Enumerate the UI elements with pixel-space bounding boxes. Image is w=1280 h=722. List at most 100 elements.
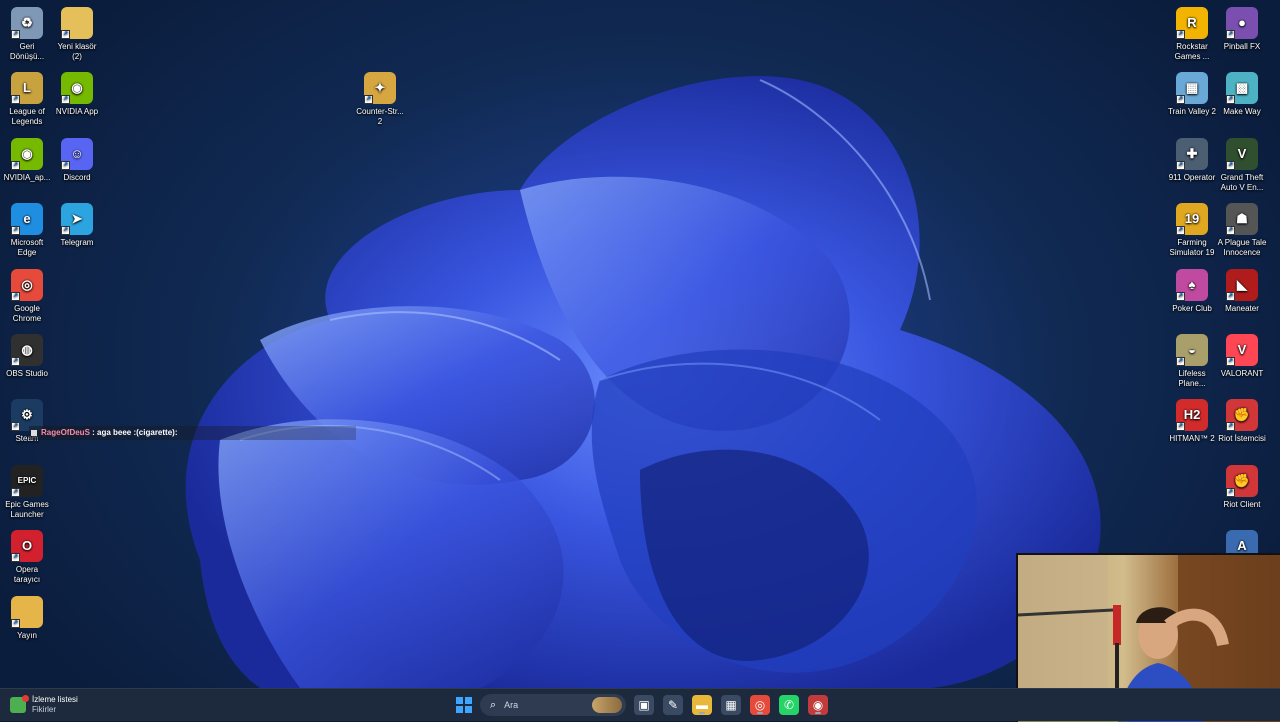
- valorant-icon: V ↗: [1226, 334, 1258, 366]
- shortcut-arrow-icon: ↗: [1226, 95, 1235, 105]
- plague-tale-shortcut[interactable]: ☗ ↗ A Plague Tale Innocence: [1215, 203, 1269, 258]
- file-explorer-icon[interactable]: ▬: [692, 695, 712, 715]
- opera-shortcut[interactable]: O ↗ Opera tarayıcı: [0, 530, 54, 585]
- edge-icon: e ↗: [11, 203, 43, 236]
- shortcut-arrow-icon: ↗: [11, 553, 20, 563]
- new-folder-icon: ↗: [61, 7, 93, 39]
- running-indicator: [757, 712, 763, 714]
- poker-club-icon: ♠ ↗: [1176, 268, 1208, 301]
- nvidia-app-shortcut[interactable]: ◉ ↗ NVIDIA App: [50, 72, 104, 117]
- icon-label: Google Chrome: [12, 303, 42, 323]
- recycle-bin-shortcut[interactable]: ♻ ↗ Geri Dönüşü...: [0, 7, 54, 62]
- icon-label: Discord: [63, 172, 91, 182]
- chrome-taskbar-icon[interactable]: ◎: [750, 695, 770, 715]
- gta-v-shortcut[interactable]: V ↗ Grand Theft Auto V En...: [1215, 137, 1269, 193]
- new-folder-shortcut[interactable]: ↗ Yeni klasör (2): [50, 7, 104, 62]
- running-indicator: [699, 712, 705, 714]
- shortcut-arrow-icon: ↗: [364, 95, 373, 104]
- shortcut-arrow-icon: ↗: [11, 95, 20, 105]
- icon-label: Grand Theft Auto V En...: [1220, 172, 1264, 192]
- icon-label: Telegram: [60, 238, 94, 248]
- counter-strike-icon: ✦ ↗: [364, 72, 396, 104]
- icon-label: Riot Client: [1223, 499, 1261, 509]
- shortcut-arrow-icon: ↗: [1226, 160, 1235, 170]
- whatsapp-taskbar-icon[interactable]: ✆: [779, 695, 799, 715]
- rockstar-games-shortcut[interactable]: R ↗ Rockstar Games ...: [1165, 7, 1219, 62]
- widget-title: İzleme listesi: [32, 695, 78, 704]
- 911-operator-shortcut[interactable]: ✚ ↗ 911 Operator: [1165, 137, 1219, 183]
- icon-label: Riot İstemcisi: [1218, 434, 1266, 444]
- icon-label: Lifeless Plane...: [1178, 369, 1206, 388]
- search-placeholder: Ara: [504, 700, 519, 710]
- lifeless-planet-shortcut[interactable]: ◒ ↗ Lifeless Plane...: [1165, 334, 1219, 389]
- icon-label: VALORANT: [1220, 369, 1264, 378]
- streaming-app-taskbar-icon[interactable]: ◉: [808, 695, 828, 715]
- icon-label: Opera tarayıcı: [13, 565, 41, 585]
- task-view-icon[interactable]: ▣: [634, 695, 654, 715]
- valorant-shortcut[interactable]: V ↗ VALORANT: [1215, 334, 1269, 379]
- icon-label: Geri Dönüşü...: [9, 42, 45, 61]
- icon-label: NVIDIA_ap...: [3, 172, 51, 182]
- widgets-button[interactable]: İzleme listesi Fikirler: [10, 693, 78, 717]
- icon-label: Microsoft Edge: [10, 238, 44, 258]
- shortcut-arrow-icon: ↗: [61, 226, 70, 236]
- shortcut-arrow-icon: ↗: [1176, 422, 1185, 432]
- shortcut-arrow-icon: ↗: [1226, 487, 1235, 497]
- copilot-icon[interactable]: ✎: [663, 695, 683, 715]
- maneater-icon: ◣ ↗: [1226, 268, 1258, 301]
- obs-shortcut[interactable]: ◍ ↗ OBS Studio: [0, 334, 54, 379]
- windows-start-icon[interactable]: [454, 695, 474, 715]
- shortcut-arrow-icon: ↗: [11, 226, 20, 236]
- riot-client-2-shortcut[interactable]: ✊ ↗ Riot Client: [1215, 464, 1269, 510]
- shortcut-arrow-icon: ↗: [1226, 422, 1235, 432]
- telegram-shortcut[interactable]: ➤ ↗ Telegram: [50, 203, 104, 248]
- folder-yayin-shortcut[interactable]: ↗ Yayın: [0, 595, 54, 641]
- league-of-legends-icon: L ↗: [11, 72, 43, 105]
- hitman-2-shortcut[interactable]: H2 ↗ HITMAN™ 2: [1165, 399, 1219, 444]
- obs-icon: ◍ ↗: [11, 334, 43, 366]
- counter-strike-shortcut[interactable]: ✦ ↗ Counter-Str... 2: [353, 72, 407, 127]
- epic-games-shortcut[interactable]: EPIC ↗ Epic Games Launcher: [0, 464, 54, 520]
- icon-label: Poker Club: [1172, 303, 1212, 313]
- train-valley-shortcut[interactable]: ▦ ↗ Train Valley 2: [1165, 72, 1219, 117]
- taskbar-search[interactable]: ⌕ Ara: [480, 694, 626, 716]
- shortcut-arrow-icon: ↗: [11, 30, 20, 39]
- chrome-shortcut[interactable]: ◎ ↗ Google Chrome: [0, 268, 54, 324]
- icon-label: Pinball FX: [1223, 42, 1261, 51]
- shortcut-arrow-icon: ↗: [11, 160, 20, 170]
- league-of-legends-shortcut[interactable]: L ↗ League of Legends: [0, 72, 54, 127]
- maneater-shortcut[interactable]: ◣ ↗ Maneater: [1215, 268, 1269, 314]
- shortcut-arrow-icon: ↗: [1176, 357, 1185, 366]
- icon-label: Train Valley 2: [1167, 107, 1217, 117]
- nvidia-app-shortcut-shortcut[interactable]: ◉ ↗ NVIDIA_ap...: [0, 137, 54, 183]
- shortcut-arrow-icon: ↗: [11, 618, 20, 628]
- icon-label: Yeni klasör (2): [57, 42, 97, 61]
- pinball-fx-shortcut[interactable]: ● ↗ Pinball FX: [1215, 7, 1269, 52]
- shortcut-arrow-icon: ↗: [1226, 357, 1235, 366]
- shortcut-arrow-icon: ↗: [1226, 291, 1235, 301]
- train-valley-icon: ▦ ↗: [1176, 72, 1208, 105]
- search-icon: ⌕: [490, 698, 497, 711]
- 911-operator-icon: ✚ ↗: [1176, 137, 1208, 170]
- microsoft-store-icon[interactable]: ▦: [721, 695, 741, 715]
- icon-label: Rockstar Games ...: [1174, 42, 1210, 61]
- hitman-2-icon: H2 ↗: [1176, 399, 1208, 432]
- make-way-shortcut[interactable]: ▩ ↗ Make Way: [1215, 72, 1269, 117]
- shortcut-arrow-icon: ↗: [1176, 95, 1185, 105]
- nvidia-app-shortcut-icon: ◉ ↗: [11, 137, 43, 170]
- riot-client-1-shortcut[interactable]: ✊ ↗ Riot İstemcisi: [1215, 399, 1269, 444]
- farming-simulator-shortcut[interactable]: 19 ↗ Farming Simulator 19: [1165, 203, 1219, 258]
- shortcut-arrow-icon: ↗: [1176, 30, 1185, 39]
- shortcut-arrow-icon: ↗: [61, 160, 70, 170]
- shortcut-arrow-icon: ↗: [11, 291, 20, 301]
- pinball-fx-icon: ● ↗: [1226, 7, 1258, 39]
- farming-simulator-icon: 19 ↗: [1176, 203, 1208, 236]
- chrome-icon: ◎ ↗: [11, 268, 43, 301]
- discord-shortcut[interactable]: ☺ ↗ Discord: [50, 137, 104, 183]
- poker-club-shortcut[interactable]: ♠ ↗ Poker Club: [1165, 268, 1219, 314]
- icon-label: A Plague Tale Innocence: [1217, 238, 1267, 258]
- edge-shortcut[interactable]: e ↗ Microsoft Edge: [0, 203, 54, 258]
- icon-label: Yayın: [17, 630, 37, 640]
- watchlist-icon: [10, 695, 29, 713]
- icon-label: OBS Studio: [6, 369, 48, 378]
